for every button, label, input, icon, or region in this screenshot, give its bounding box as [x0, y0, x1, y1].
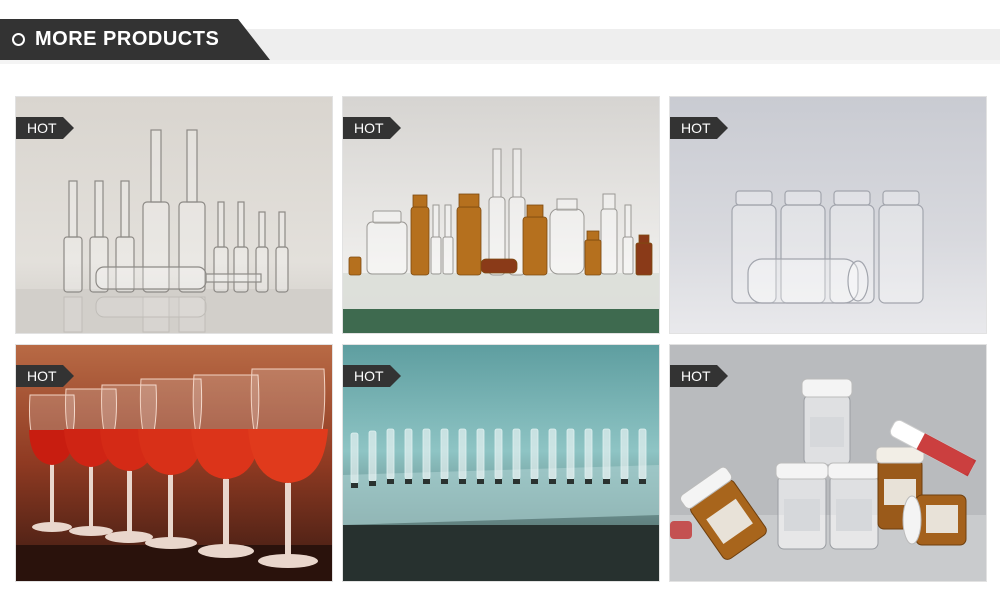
- product-card-amber-vials[interactable]: HOT: [342, 96, 660, 334]
- product-card-clear-ampoules[interactable]: HOT: [15, 96, 333, 334]
- product-card-serum-vials[interactable]: HOT: [669, 344, 987, 582]
- hot-badge: HOT: [16, 365, 74, 387]
- header-tab: MORE PRODUCTS: [0, 19, 270, 60]
- hot-badge: HOT: [670, 365, 728, 387]
- section-header: MORE PRODUCTS: [0, 19, 1000, 64]
- product-card-production-line[interactable]: HOT: [342, 344, 660, 582]
- header-underline: [0, 60, 1000, 64]
- circle-icon: [12, 33, 25, 46]
- hot-badge: HOT: [16, 117, 74, 139]
- section-title: MORE PRODUCTS: [35, 28, 220, 50]
- hot-badge: HOT: [670, 117, 728, 139]
- hot-badge: HOT: [343, 117, 401, 139]
- product-card-wine-glasses[interactable]: HOT: [15, 344, 333, 582]
- product-card-tubular-vials[interactable]: HOT: [669, 96, 987, 334]
- hot-badge: HOT: [343, 365, 401, 387]
